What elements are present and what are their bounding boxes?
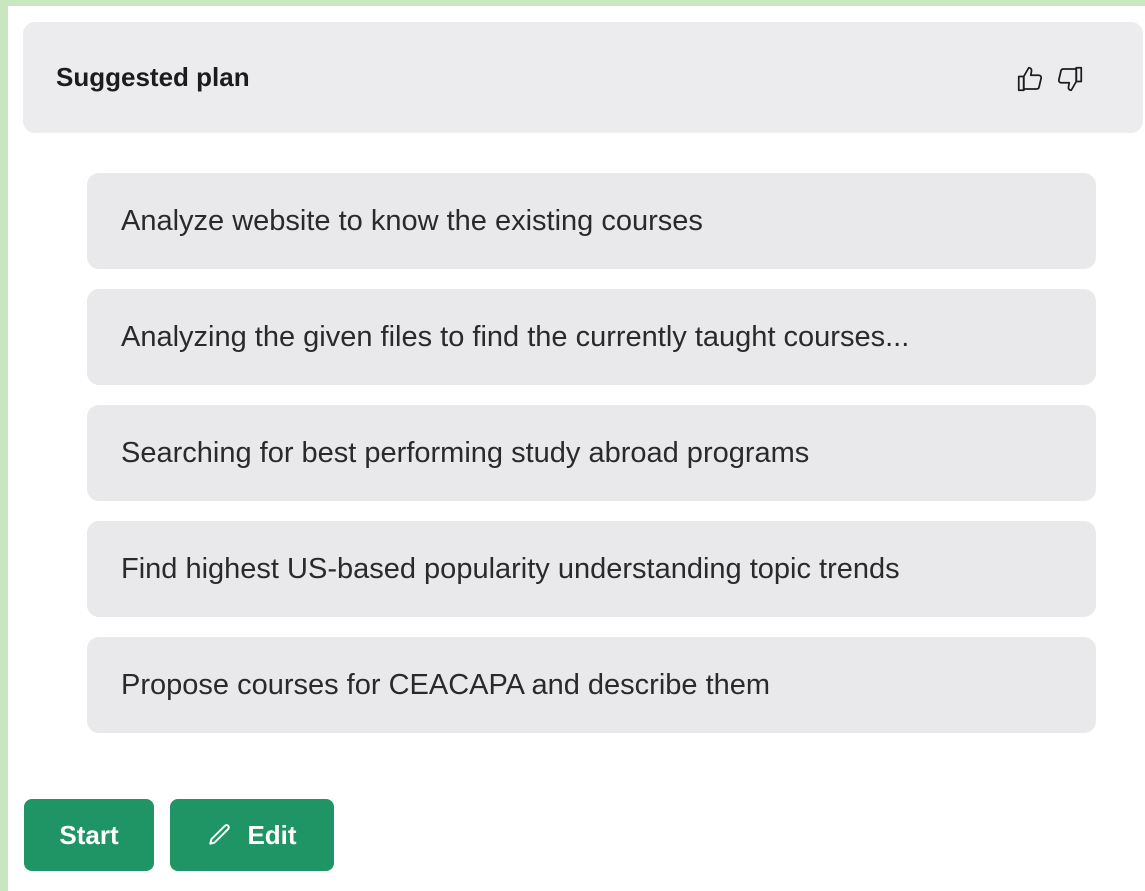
plan-step[interactable]: Analyzing the given files to find the cu… bbox=[87, 289, 1096, 385]
edit-button-label: Edit bbox=[247, 819, 297, 850]
plan-header: Suggested plan bbox=[23, 22, 1143, 133]
plan-steps-list: Analyze website to know the existing cou… bbox=[87, 173, 1096, 753]
edit-button[interactable]: Edit bbox=[170, 799, 334, 871]
thumbs-up-icon bbox=[1017, 66, 1043, 92]
thumbs-down-button[interactable] bbox=[1053, 62, 1087, 96]
plan-step[interactable]: Searching for best performing study abro… bbox=[87, 405, 1096, 501]
thumbs-down-icon bbox=[1057, 66, 1083, 92]
thumbs-up-button[interactable] bbox=[1013, 62, 1047, 96]
plan-step[interactable]: Propose courses for CEACAPA and describe… bbox=[87, 637, 1096, 733]
plan-title: Suggested plan bbox=[56, 62, 250, 92]
start-button-label: Start bbox=[59, 819, 119, 850]
plan-step[interactable]: Find highest US-based popularity underst… bbox=[87, 521, 1096, 617]
plan-step[interactable]: Analyze website to know the existing cou… bbox=[87, 173, 1096, 269]
plan-panel: Suggested plan Analyze website to know t… bbox=[8, 6, 1145, 891]
start-button[interactable]: Start bbox=[24, 799, 154, 871]
pencil-icon bbox=[209, 824, 231, 845]
